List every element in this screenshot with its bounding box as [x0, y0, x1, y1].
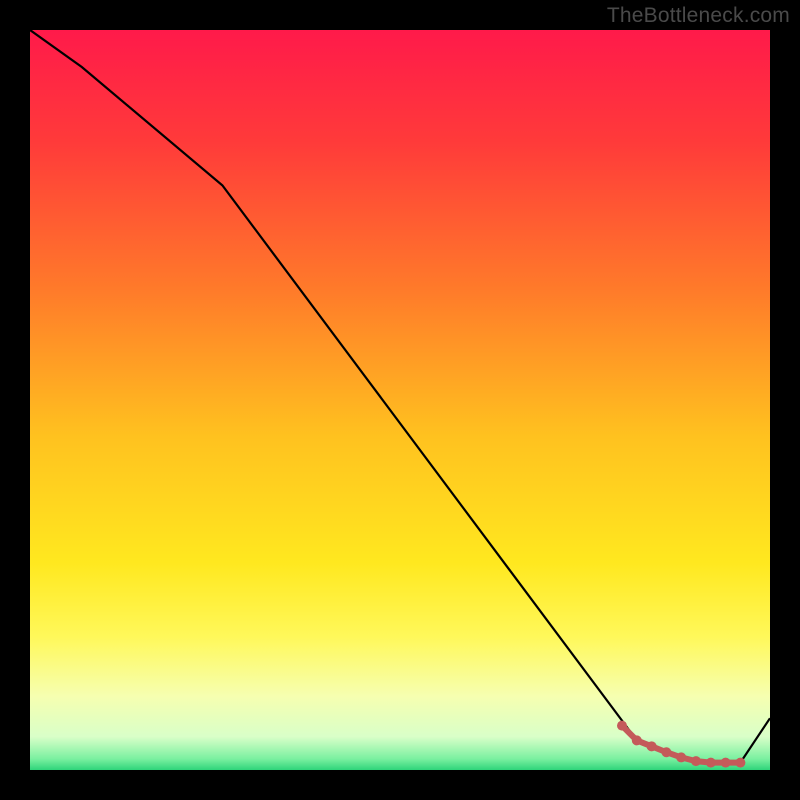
watermark-text: TheBottleneck.com — [607, 4, 790, 28]
chart-container: TheBottleneck.com — [0, 0, 800, 800]
plot-area — [30, 30, 770, 770]
gradient-background — [30, 30, 770, 770]
chart-svg — [30, 30, 770, 770]
